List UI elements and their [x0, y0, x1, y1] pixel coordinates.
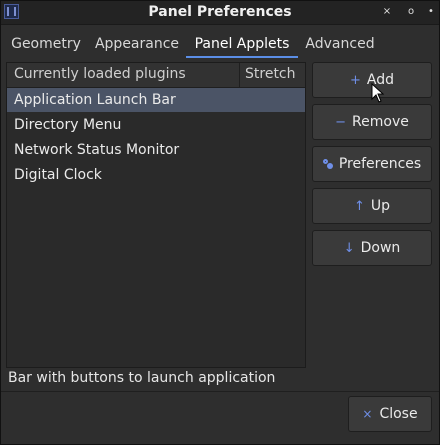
footer-separator: [1, 391, 439, 392]
arrow-down-icon: ↓: [343, 240, 355, 256]
panel-preferences-window: Panel Preferences × o • Geometry Appeara…: [0, 0, 440, 445]
down-button-label: Down: [360, 240, 401, 256]
arrow-up-icon: ↑: [353, 198, 365, 214]
remove-button[interactable]: − Remove: [312, 104, 432, 140]
preferences-button-label: Preferences: [338, 156, 422, 172]
tab-advanced[interactable]: Advanced: [301, 32, 379, 56]
mouse-cursor-icon: [371, 83, 385, 103]
plugin-list[interactable]: Currently loaded plugins Stretch Applica…: [6, 62, 306, 368]
list-item[interactable]: Application Launch Bar: [7, 88, 305, 112]
preferences-icon: [322, 159, 333, 169]
window-title: Panel Preferences: [148, 4, 292, 20]
minimize-window-icon[interactable]: •: [424, 5, 438, 19]
tab-geometry[interactable]: Geometry: [7, 32, 85, 56]
preferences-button[interactable]: Preferences: [312, 146, 432, 182]
column-divider: [239, 63, 240, 87]
close-button[interactable]: × Close: [348, 396, 432, 432]
remove-button-label: Remove: [352, 114, 409, 130]
up-button[interactable]: ↑ Up: [312, 188, 432, 224]
plugin-description: Bar with buttons to launch application: [8, 370, 276, 386]
list-item-label: Directory Menu: [14, 117, 122, 133]
minus-icon: −: [335, 114, 347, 130]
column-header-plugins[interactable]: Currently loaded plugins: [14, 66, 186, 82]
list-item[interactable]: Digital Clock: [7, 163, 305, 187]
maximize-window-icon[interactable]: o: [404, 5, 418, 19]
list-item[interactable]: Network Status Monitor: [7, 138, 305, 162]
close-icon: ×: [362, 407, 373, 421]
list-header: Currently loaded plugins Stretch: [7, 63, 305, 88]
plus-icon: +: [349, 72, 361, 88]
close-button-label: Close: [379, 406, 418, 422]
close-window-icon[interactable]: ×: [380, 5, 394, 19]
column-header-stretch[interactable]: Stretch: [245, 66, 296, 82]
title-bar: Panel Preferences × o •: [1, 1, 439, 25]
list-item-label: Network Status Monitor: [14, 142, 180, 158]
tab-panel-applets[interactable]: Panel Applets: [186, 32, 298, 58]
up-button-label: Up: [370, 198, 391, 214]
list-item[interactable]: Directory Menu: [7, 113, 305, 137]
list-item-label: Digital Clock: [14, 167, 102, 183]
down-button[interactable]: ↓ Down: [312, 230, 432, 266]
tab-appearance[interactable]: Appearance: [89, 32, 185, 56]
list-item-label: Application Launch Bar: [14, 92, 176, 108]
